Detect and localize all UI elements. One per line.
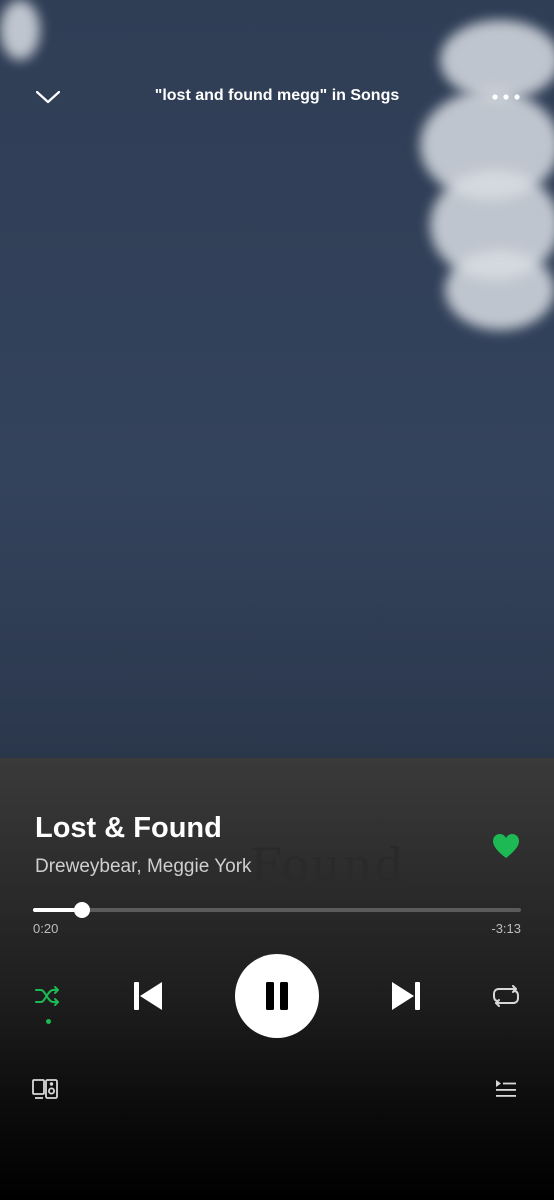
cloud-shape	[0, 0, 40, 60]
heart-icon	[493, 834, 519, 858]
player-header: "lost and found megg" in Songs	[0, 72, 554, 122]
more-options-icon	[492, 94, 520, 100]
progress-thumb[interactable]	[73, 902, 90, 918]
repeat-button[interactable]	[486, 980, 526, 1012]
shuffle-button[interactable]	[28, 980, 68, 1012]
more-options-button[interactable]	[484, 80, 528, 114]
cloud-shape	[445, 250, 554, 330]
elapsed-time: 0:20	[33, 921, 59, 936]
skip-next-icon	[392, 982, 420, 1010]
connect-devices-button[interactable]	[28, 1074, 62, 1104]
progress-track	[33, 908, 521, 912]
like-button[interactable]	[484, 828, 528, 864]
repeat-icon	[493, 985, 519, 1007]
next-button[interactable]	[384, 974, 428, 1018]
skip-previous-icon	[134, 982, 162, 1010]
track-artists[interactable]: Dreweybear, Meggie York	[35, 856, 252, 878]
remaining-time: -3:13	[491, 921, 521, 936]
now-playing-screen: Found "lost and found megg" in Songs Los…	[0, 0, 554, 1200]
playing-context-title[interactable]: "lost and found megg" in Songs	[0, 87, 554, 105]
shuffle-icon	[35, 986, 59, 1006]
pause-button[interactable]	[235, 954, 319, 1038]
canvas-ghost-text: Found	[250, 838, 406, 892]
shuffle-active-dot	[46, 1019, 51, 1024]
pause-icon	[266, 982, 288, 1010]
track-title[interactable]: Lost & Found	[35, 812, 222, 845]
previous-button[interactable]	[126, 974, 170, 1018]
queue-button[interactable]	[490, 1074, 522, 1104]
progress-bar[interactable]	[33, 902, 521, 918]
devices-icon	[32, 1079, 58, 1099]
queue-icon	[496, 1080, 516, 1097]
